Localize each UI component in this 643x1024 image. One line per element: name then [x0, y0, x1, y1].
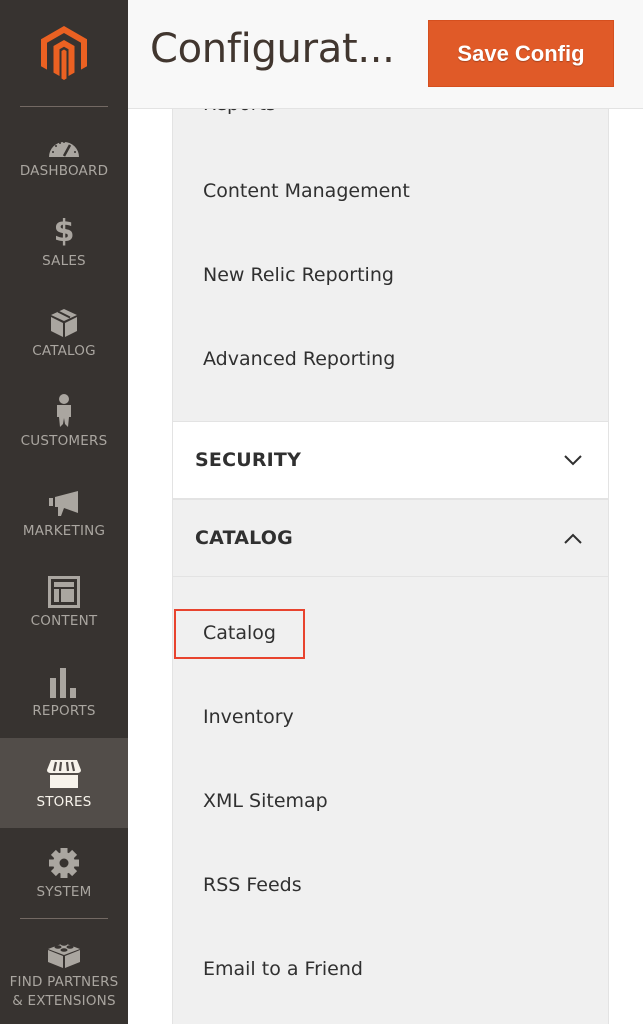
- sidebar-item-marketing[interactable]: MARKETING: [0, 467, 128, 557]
- sidebar-item-label: DASHBOARD: [19, 162, 109, 179]
- sidebar-item-customers[interactable]: CUSTOMERS: [0, 377, 128, 467]
- config-link-advanced-reporting[interactable]: Advanced Reporting: [203, 348, 395, 370]
- chevron-down-icon: [564, 454, 582, 465]
- sidebar-item-label: SYSTEM: [36, 883, 92, 900]
- sidebar-item-label: FIND PARTNERS & EXTENSIONS: [9, 974, 119, 1009]
- sidebar-item-label: CATALOG: [32, 342, 96, 359]
- config-link-inventory[interactable]: Inventory: [203, 706, 294, 728]
- config-link-xml-sitemap[interactable]: XML Sitemap: [203, 790, 328, 812]
- sidebar-item-label: MARKETING: [22, 522, 106, 539]
- magento-logo[interactable]: [0, 0, 128, 106]
- sidebar-divider: [20, 918, 108, 919]
- sidebar-item-sales[interactable]: $ SALES: [0, 197, 128, 287]
- chevron-up-icon: [564, 533, 582, 544]
- box-icon: [50, 304, 78, 338]
- config-link-content-management[interactable]: Content Management: [203, 180, 410, 202]
- page-title: Configurat...: [150, 26, 395, 72]
- bar-chart-icon: [50, 664, 78, 698]
- sidebar-item-label: REPORTS: [32, 702, 96, 719]
- sidebar-item-catalog[interactable]: CATALOG: [0, 287, 128, 377]
- page-header: Configurat... Save Config: [128, 0, 643, 109]
- admin-sidebar: DASHBOARD $ SALES CATALOG CUSTOMERS MARK…: [0, 0, 128, 1024]
- section-catalog-header[interactable]: CATALOG: [173, 499, 608, 577]
- sidebar-item-find-partners[interactable]: FIND PARTNERS & EXTENSIONS: [0, 922, 128, 1024]
- sidebar-item-label: CONTENT: [30, 612, 98, 629]
- sidebar-item-system[interactable]: SYSTEM: [0, 828, 128, 918]
- config-link-email-to-a-friend[interactable]: Email to a Friend: [203, 958, 363, 980]
- section-title: SECURITY: [195, 449, 302, 471]
- sidebar-item-label: STORES: [36, 793, 92, 810]
- config-link-catalog[interactable]: Catalog: [203, 622, 276, 644]
- storefront-icon: [46, 755, 82, 789]
- sidebar-item-dashboard[interactable]: DASHBOARD: [0, 107, 128, 197]
- sidebar-item-label: CUSTOMERS: [20, 432, 108, 449]
- person-icon: [55, 393, 73, 428]
- megaphone-icon: [48, 484, 80, 518]
- sidebar-item-label: SALES: [42, 252, 86, 269]
- save-config-button[interactable]: Save Config: [428, 20, 614, 87]
- config-link-rss-feeds[interactable]: RSS Feeds: [203, 874, 302, 896]
- gear-icon: [48, 845, 80, 879]
- sidebar-item-content[interactable]: CONTENT: [0, 557, 128, 647]
- dollar-icon: $: [53, 213, 75, 249]
- section-title: CATALOG: [195, 527, 293, 549]
- magento-logo-icon: [41, 26, 87, 80]
- lego-brick-icon: [47, 935, 81, 969]
- dashboard-gauge-icon: [48, 124, 80, 158]
- section-security-header[interactable]: SECURITY: [173, 421, 608, 499]
- config-tabs-panel: Reports Content Management New Relic Rep…: [172, 0, 609, 1024]
- config-link-new-relic-reporting[interactable]: New Relic Reporting: [203, 264, 394, 286]
- sidebar-item-stores[interactable]: STORES: [0, 738, 128, 828]
- sidebar-item-reports[interactable]: REPORTS: [0, 647, 128, 737]
- layout-icon: [48, 574, 80, 608]
